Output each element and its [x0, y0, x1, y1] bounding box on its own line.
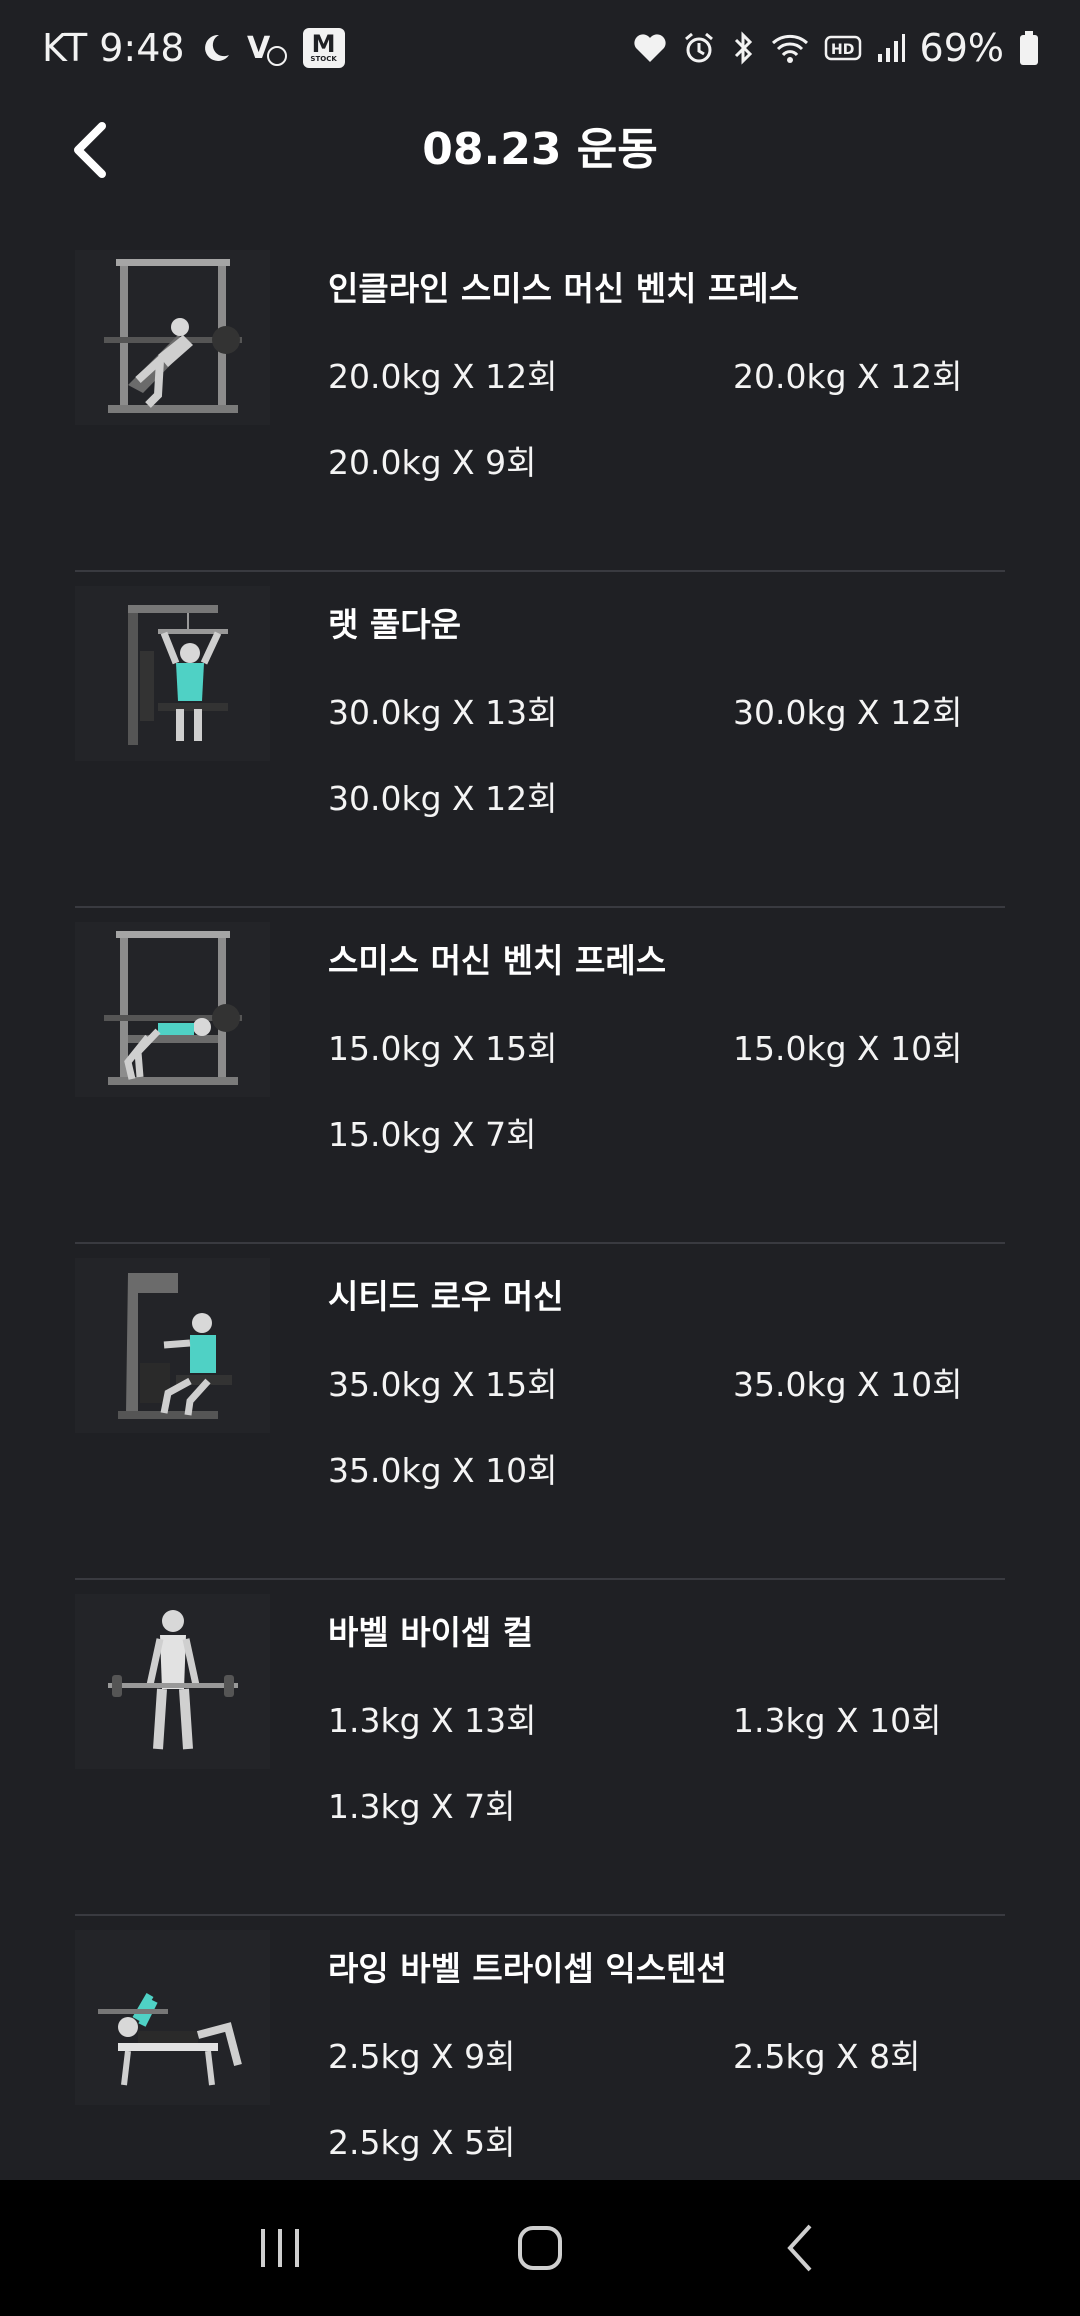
set-item: 35.0kg X 15회	[328, 1365, 558, 1404]
status-right: HD 69%	[632, 26, 1040, 70]
exercise-name: 랫 풀다운	[328, 605, 461, 644]
workout-card[interactable]: 라잉 바벨 트라이셉 익스텐션 2.5kg X 9회 2.5kg X 8회 2.…	[75, 1916, 1005, 2180]
recent-apps-icon	[261, 2229, 299, 2267]
battery-percent: 69%	[919, 26, 1004, 70]
exercise-name: 라잉 바벨 트라이셉 익스텐션	[328, 1949, 727, 1988]
recent-apps-button[interactable]	[235, 2203, 325, 2293]
status-bar: KT 9:48 V M STOCK HD 69%	[0, 0, 1080, 96]
workout-card[interactable]: 인클라인 스미스 머신 벤치 프레스 20.0kg X 12회 20.0kg X…	[75, 236, 1005, 572]
set-item: 20.0kg X 12회	[328, 357, 558, 396]
seated-row-illustration	[75, 1258, 270, 1433]
mstock-sub: STOCK	[310, 54, 337, 63]
status-left: KT 9:48 V M STOCK	[42, 26, 345, 70]
home-icon	[518, 2226, 562, 2270]
page-title: 08.23 운동	[422, 124, 658, 175]
back-icon	[787, 2224, 812, 2272]
set-item: 1.3kg X 7회	[328, 1787, 516, 1826]
set-item: 1.3kg X 13회	[328, 1701, 537, 1740]
exercise-name: 시티드 로우 머신	[328, 1277, 564, 1316]
alarm-icon	[682, 31, 716, 65]
set-item: 30.0kg X 12회	[733, 693, 963, 732]
exercise-name: 스미스 머신 벤치 프레스	[328, 941, 667, 980]
carrier-time: KT 9:48	[42, 26, 185, 70]
set-item: 30.0kg X 12회	[328, 779, 558, 818]
wifi-icon	[770, 31, 810, 65]
workout-card[interactable]: 바벨 바이셉 컬 1.3kg X 13회 1.3kg X 10회 1.3kg X…	[75, 1580, 1005, 1916]
hd-icon: HD	[824, 33, 862, 63]
barbell-curl-illustration	[75, 1594, 270, 1769]
lat-pulldown-illustration	[75, 586, 270, 761]
set-item: 1.3kg X 10회	[733, 1701, 942, 1740]
app-header: 08.23 운동	[0, 96, 1080, 236]
set-item: 35.0kg X 10회	[328, 1451, 558, 1490]
incline-smith-press-illustration	[75, 250, 270, 425]
mstock-icon: M STOCK	[302, 28, 345, 68]
workout-card[interactable]: 랫 풀다운 30.0kg X 13회 30.0kg X 12회 30.0kg X…	[75, 572, 1005, 908]
set-item: 15.0kg X 10회	[733, 1029, 963, 1068]
battery-icon	[1018, 30, 1040, 66]
heart-icon	[632, 32, 668, 64]
exercise-name: 인클라인 스미스 머신 벤치 프레스	[328, 269, 799, 308]
set-item: 20.0kg X 9회	[328, 443, 537, 482]
set-item: 2.5kg X 9회	[328, 2037, 516, 2076]
set-item: 30.0kg X 13회	[328, 693, 558, 732]
moon-icon	[199, 31, 233, 65]
nav-back-button[interactable]	[755, 2203, 845, 2293]
set-item: 2.5kg X 5회	[328, 2123, 516, 2162]
workout-card[interactable]: 시티드 로우 머신 35.0kg X 15회 35.0kg X 10회 35.0…	[75, 1244, 1005, 1580]
svg-text:V: V	[247, 31, 271, 66]
home-button[interactable]	[495, 2203, 585, 2293]
set-item: 15.0kg X 7회	[328, 1115, 537, 1154]
mstock-letter: M	[311, 30, 336, 59]
lying-triceps-extension-illustration	[75, 1930, 270, 2105]
workout-card[interactable]: 스미스 머신 벤치 프레스 15.0kg X 15회 15.0kg X 10회 …	[75, 908, 1005, 1244]
set-item: 35.0kg X 10회	[733, 1365, 963, 1404]
bluetooth-icon	[730, 31, 756, 65]
workout-list[interactable]: 인클라인 스미스 머신 벤치 프레스 20.0kg X 12회 20.0kg X…	[75, 236, 1005, 2180]
set-item: 20.0kg X 12회	[733, 357, 963, 396]
exercise-name: 바벨 바이셉 컬	[328, 1613, 534, 1652]
svg-text:HD: HD	[831, 42, 854, 58]
set-item: 2.5kg X 8회	[733, 2037, 921, 2076]
signal-icon	[876, 32, 906, 64]
volte-icon: V	[247, 28, 289, 68]
smith-bench-press-illustration	[75, 922, 270, 1097]
set-item: 15.0kg X 15회	[328, 1029, 558, 1068]
system-nav-bar	[0, 2180, 1080, 2316]
